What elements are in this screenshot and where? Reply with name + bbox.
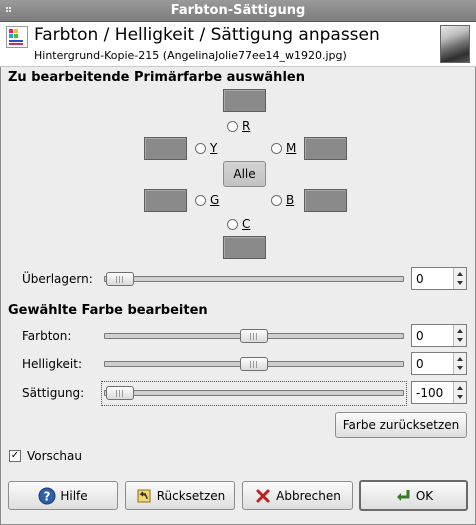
reset-color-label: Farbe zurücksetzen bbox=[342, 418, 460, 432]
label-blue: B bbox=[286, 193, 295, 207]
radio-red[interactable] bbox=[227, 121, 238, 132]
saturation-spin-arrows[interactable] bbox=[453, 382, 466, 403]
swatch-blue bbox=[304, 189, 347, 212]
radio-cyan[interactable] bbox=[227, 219, 238, 230]
lightness-value: 0 bbox=[416, 357, 424, 371]
reset-button[interactable]: Rücksetzen bbox=[125, 481, 235, 510]
hue-spin-arrows[interactable] bbox=[453, 325, 466, 346]
overlap-spinbox[interactable]: 0 bbox=[411, 267, 467, 290]
reset-color-button[interactable]: Farbe zurücksetzen bbox=[335, 412, 467, 438]
saturation-slider-handle[interactable] bbox=[106, 386, 134, 400]
ok-button[interactable]: OK bbox=[359, 480, 468, 511]
swatch-magenta bbox=[304, 137, 347, 160]
overlap-value: 0 bbox=[416, 272, 424, 286]
hue-saturation-icon bbox=[6, 26, 28, 48]
saturation-value: -100 bbox=[416, 386, 444, 400]
cancel-label: Abbrechen bbox=[276, 488, 341, 503]
reset-label: Rücksetzen bbox=[156, 488, 226, 503]
help-icon: ? bbox=[38, 487, 56, 505]
swatch-yellow bbox=[144, 137, 187, 160]
ok-label: OK bbox=[415, 488, 434, 503]
swatch-cyan bbox=[223, 236, 266, 259]
preview-label: Vorschau bbox=[27, 449, 82, 463]
overlap-slider-track[interactable] bbox=[104, 276, 404, 282]
cancel-icon bbox=[254, 487, 272, 505]
all-colors-button[interactable]: Alle bbox=[223, 161, 266, 187]
overlap-slider-handle[interactable] bbox=[106, 272, 134, 286]
swatch-red bbox=[223, 89, 266, 112]
hue-label: Farbton: bbox=[22, 329, 72, 343]
preview-checkbox[interactable]: ✓ bbox=[9, 450, 21, 462]
cancel-button[interactable]: Abbrechen bbox=[242, 481, 353, 510]
lightness-label: Helligkeit: bbox=[22, 357, 83, 371]
label-green: G bbox=[210, 193, 220, 207]
saturation-slider-track[interactable] bbox=[104, 390, 404, 396]
hue-value: 0 bbox=[416, 329, 424, 343]
hue-spinbox[interactable]: 0 bbox=[411, 324, 467, 347]
lightness-slider-handle[interactable] bbox=[240, 357, 268, 371]
hue-slider-handle[interactable] bbox=[240, 329, 268, 343]
help-button[interactable]: ? Hilfe bbox=[8, 481, 118, 510]
dialog-title: Farbton / Helligkeit / Sättigung anpasse… bbox=[34, 25, 380, 45]
saturation-spinbox[interactable]: -100 bbox=[411, 381, 467, 404]
lightness-spin-arrows[interactable] bbox=[453, 353, 466, 374]
window-titlebar[interactable]: Farbton-Sättigung bbox=[0, 0, 476, 22]
saturation-label: Sättigung: bbox=[22, 386, 85, 400]
primary-color-section-title: Zu bearbeitende Primärfarbe auswählen bbox=[8, 70, 305, 85]
all-colors-label: Alle bbox=[233, 167, 256, 181]
ok-icon bbox=[394, 487, 412, 505]
overlap-spin-arrows[interactable] bbox=[453, 268, 466, 289]
help-label: Hilfe bbox=[60, 488, 88, 503]
checkmark-icon: ✓ bbox=[10, 450, 20, 461]
image-thumbnail bbox=[440, 25, 470, 63]
svg-text:?: ? bbox=[44, 489, 51, 503]
undo-icon bbox=[135, 487, 153, 505]
window-title: Farbton-Sättigung bbox=[170, 3, 306, 18]
lightness-spinbox[interactable]: 0 bbox=[411, 352, 467, 375]
label-magenta: M bbox=[286, 141, 297, 155]
edit-color-section-title: Gewählte Farbe bearbeiten bbox=[8, 303, 208, 318]
radio-blue[interactable] bbox=[271, 195, 282, 206]
radio-magenta[interactable] bbox=[271, 143, 282, 154]
label-cyan: C bbox=[242, 217, 251, 231]
overlap-label: Überlagern: bbox=[22, 272, 93, 286]
radio-green[interactable] bbox=[195, 195, 206, 206]
label-yellow: Y bbox=[210, 141, 218, 155]
radio-yellow[interactable] bbox=[195, 143, 206, 154]
label-red: R bbox=[242, 119, 251, 133]
swatch-green bbox=[144, 189, 187, 212]
dialog-subtitle: Hintergrund-Kopie-215 (AngelinaJolie77ee… bbox=[34, 49, 347, 62]
dialog-header: Farbton / Helligkeit / Sättigung anpasse… bbox=[0, 22, 476, 67]
